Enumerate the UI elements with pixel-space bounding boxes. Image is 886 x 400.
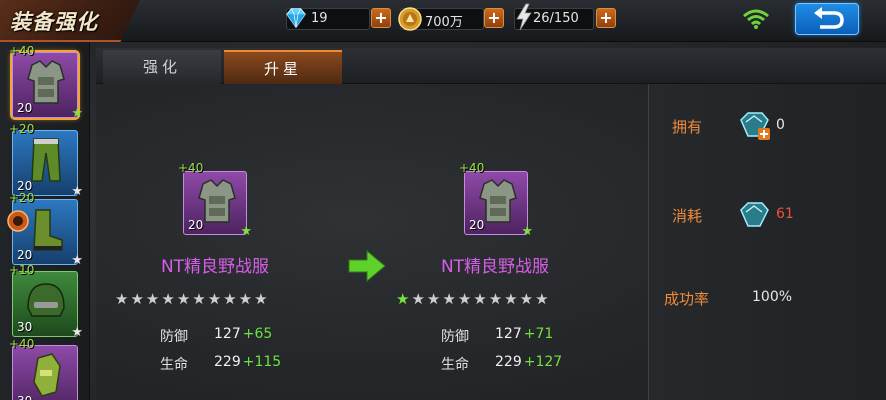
energy-bolt-icon (516, 3, 532, 31)
stat-label-hp: 生命 (441, 357, 469, 373)
equipment-slot[interactable]: +10 30 ★ (9, 263, 83, 340)
stat-label-hp: 生命 (160, 357, 188, 373)
equipment-slot[interactable]: +20 20 ★ (9, 122, 83, 199)
star-empty-icon: ★ (519, 290, 536, 308)
helmet-icon (27, 283, 65, 317)
star-empty-icon: ★ (207, 290, 224, 308)
bonus-level: +40 (9, 337, 35, 351)
star-icon: ★ (521, 224, 533, 239)
star-icon: ★ (71, 325, 83, 340)
star-empty-icon: ★ (192, 290, 208, 308)
back-button[interactable] (795, 3, 859, 35)
gold-coin-icon (398, 7, 422, 31)
bonus-level: +20 (9, 122, 35, 136)
star-filled-icon: ★ (396, 290, 412, 308)
star-empty-icon: ★ (176, 290, 193, 308)
stat-label-defense: 防御 (160, 329, 188, 345)
star-empty-icon: ★ (488, 290, 505, 308)
star-icon: ★ (71, 106, 83, 121)
item-level: 20 (17, 101, 33, 115)
stat-bonus: +115 (242, 354, 282, 370)
wifi-icon (743, 9, 769, 29)
bonus-level: +40 (9, 44, 35, 58)
bonus-level: +40 (459, 161, 485, 175)
tab-star-up[interactable]: 升星 (224, 50, 342, 84)
next-item-slot: +40 20 ★ (459, 161, 533, 239)
star-empty-icon: ★ (504, 290, 520, 308)
star-empty-icon: ★ (457, 290, 474, 308)
owned-value: 0 (776, 117, 785, 133)
star-icon: ★ (240, 224, 252, 239)
boots-icon (33, 209, 63, 251)
item-level: 20 (469, 218, 485, 232)
star-empty-icon: ★ (535, 290, 551, 308)
add-energy-button[interactable]: + (596, 8, 616, 28)
stat-bonus: +127 (523, 354, 563, 370)
star-empty-icon: ★ (130, 290, 146, 308)
bonus-level: +20 (9, 191, 35, 205)
star-empty-icon: ★ (115, 290, 131, 308)
star-icon: ★ (71, 253, 83, 268)
back-arrow-icon (814, 7, 844, 29)
stat-value-hp: 229 +127 (495, 354, 563, 370)
item-level: 20 (17, 248, 33, 262)
next-item-name: NT精良野战服 (440, 257, 550, 277)
star-empty-icon: ★ (411, 290, 427, 308)
arrow-right-icon (348, 249, 386, 283)
add-diamond-button[interactable]: + (371, 8, 391, 28)
equipment-list: +40 20 ★ +20 20 ★ +20 20 ★ +10 30 ★ +40 (0, 42, 90, 400)
star-icon: ★ (71, 184, 83, 199)
crystal-icon (740, 202, 769, 227)
cost-label: 消耗 (672, 207, 703, 225)
armor-vest-icon (27, 60, 65, 104)
top-bar: 装备强化 19 + 700万 + 26/150 + (0, 0, 886, 42)
add-gold-button[interactable]: + (484, 8, 504, 28)
crystal-add-icon[interactable] (738, 110, 772, 140)
upgrade-preview-panel (96, 84, 648, 400)
item-level: 20 (188, 218, 204, 232)
diamond-icon (286, 8, 306, 29)
star-empty-icon: ★ (238, 290, 255, 308)
success-rate-label: 成功率 (664, 290, 710, 308)
current-item-name: NT精良野战服 (160, 257, 270, 277)
star-empty-icon: ★ (145, 290, 162, 308)
bonus-level: +40 (178, 161, 204, 175)
tab-enhance[interactable]: 强化 (103, 50, 221, 84)
gloves-icon (33, 353, 61, 397)
success-rate-value: 100% (752, 289, 793, 305)
equipment-slot[interactable]: +20 20 ★ (7, 191, 83, 268)
star-empty-icon: ★ (426, 290, 443, 308)
star-empty-icon: ★ (473, 290, 489, 308)
stat-value-defense: 127 +71 (495, 326, 554, 342)
item-level: 30 (17, 320, 33, 334)
stat-label-defense: 防御 (441, 329, 469, 345)
star-empty-icon: ★ (161, 290, 177, 308)
equipment-slot[interactable]: +40 30 (9, 337, 78, 400)
next-star-rating: ★★★★★★★★★★ (396, 290, 551, 308)
star-empty-icon: ★ (442, 290, 458, 308)
stat-bonus: +65 (242, 326, 273, 342)
stat-bonus: +71 (523, 326, 554, 342)
page-title: 装备强化 (10, 10, 98, 34)
current-item-slot: +40 20 ★ (178, 161, 252, 239)
gold-value: 700万 (425, 15, 463, 30)
pants-icon (31, 138, 61, 182)
item-level: 30 (17, 394, 32, 400)
star-empty-icon: ★ (254, 290, 270, 308)
diamond-value: 19 (311, 11, 328, 26)
cost-value: 61 (776, 206, 794, 222)
bonus-level: +10 (9, 263, 35, 277)
stat-value-hp: 229 +115 (214, 354, 282, 370)
star-empty-icon: ★ (223, 290, 239, 308)
badge-icon (7, 210, 29, 232)
current-star-rating: ★★★★★★★★★★ (115, 290, 270, 308)
stat-value-defense: 127 +65 (214, 326, 273, 342)
equipment-slot[interactable]: +40 20 ★ (9, 44, 83, 121)
owned-label: 拥有 (672, 118, 703, 136)
energy-value: 26/150 (533, 11, 579, 26)
